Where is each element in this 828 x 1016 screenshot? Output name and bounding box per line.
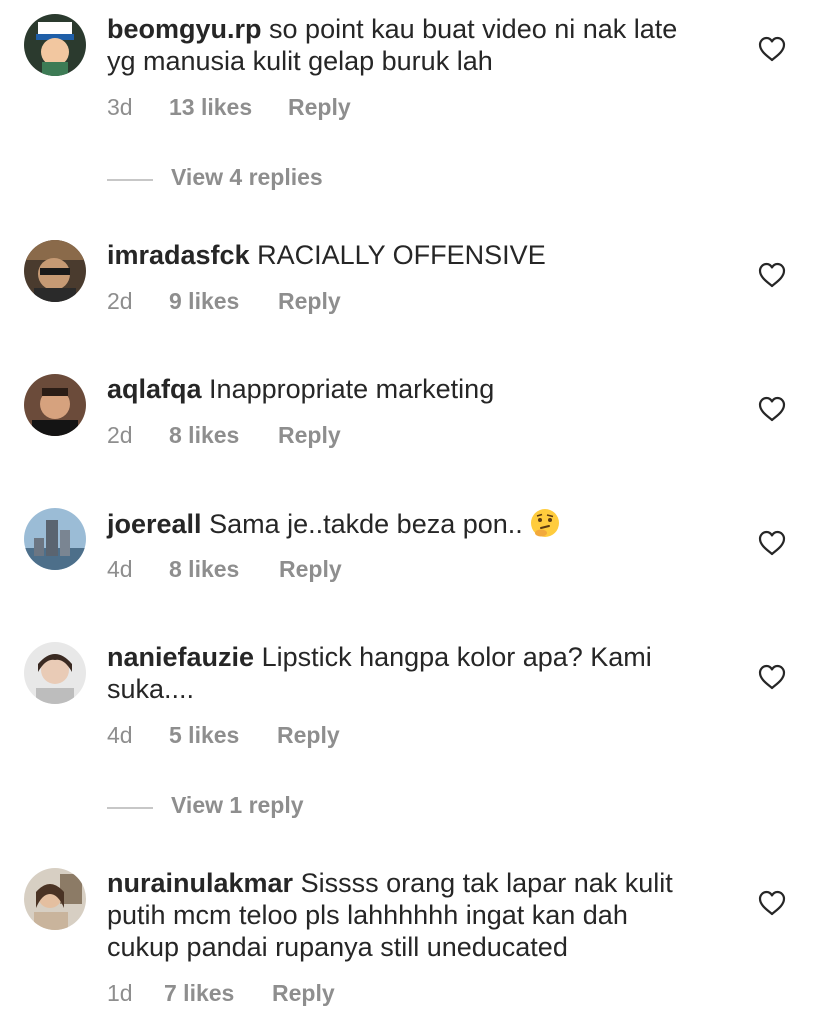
avatar[interactable] [24,642,86,704]
comment-body: Inappropriate marketing [209,374,495,404]
comment-username[interactable]: naniefauzie [107,642,254,672]
comment-likes[interactable]: 9 likes [169,288,239,315]
reply-button[interactable]: Reply [277,722,340,749]
heart-icon[interactable] [758,36,786,62]
comment-time: 4d [107,722,133,748]
avatar[interactable] [24,868,86,930]
comment-text: aqlafqa Inappropriate marketing [107,373,707,405]
comment-likes[interactable]: 8 likes [169,556,239,583]
thinking-face-icon [529,507,561,546]
comment-body: Sama je..takde beza pon.. [209,509,523,539]
avatar[interactable] [24,374,86,436]
comment-likes[interactable]: 13 likes [169,94,252,121]
heart-icon[interactable] [758,530,786,556]
reply-button[interactable]: Reply [278,422,341,449]
comment-likes[interactable]: 5 likes [169,722,239,749]
reply-button[interactable]: Reply [279,556,342,583]
comment-text: joereall Sama je..takde beza pon.. [107,507,707,546]
avatar[interactable] [24,508,86,570]
reply-button[interactable]: Reply [288,94,351,121]
comment-text: naniefauzie Lipstick hangpa kolor apa? K… [107,641,707,705]
heart-icon[interactable] [758,890,786,916]
comment-time: 4d [107,556,133,582]
divider-line [107,179,153,181]
comment-likes[interactable]: 7 likes [164,980,234,1007]
divider-line [107,807,153,809]
comment-text: beomgyu.rp so point kau buat video ni na… [107,13,707,77]
heart-icon[interactable] [758,396,786,422]
avatar[interactable] [24,14,86,76]
comment-username[interactable]: joereall [107,509,202,539]
comment-text: imradasfck RACIALLY OFFENSIVE [107,239,707,271]
comment-time: 1d [107,980,133,1006]
view-replies-button[interactable]: View 1 reply [171,792,304,819]
comment-body: RACIALLY OFFENSIVE [257,240,546,270]
heart-icon[interactable] [758,664,786,690]
comment-username[interactable]: aqlafqa [107,374,202,404]
comment-username[interactable]: nurainulakmar [107,868,293,898]
heart-icon[interactable] [758,262,786,288]
comment-text: nurainulakmar Sissss orang tak lapar nak… [107,867,707,963]
avatar[interactable] [24,240,86,302]
reply-button[interactable]: Reply [272,980,335,1007]
reply-button[interactable]: Reply [278,288,341,315]
comment-likes[interactable]: 8 likes [169,422,239,449]
view-replies-button[interactable]: View 4 replies [171,164,323,191]
comment-username[interactable]: beomgyu.rp [107,14,262,44]
comment-time: 3d [107,94,133,120]
comment-time: 2d [107,422,133,448]
comment-time: 2d [107,288,133,314]
comment-username[interactable]: imradasfck [107,240,250,270]
